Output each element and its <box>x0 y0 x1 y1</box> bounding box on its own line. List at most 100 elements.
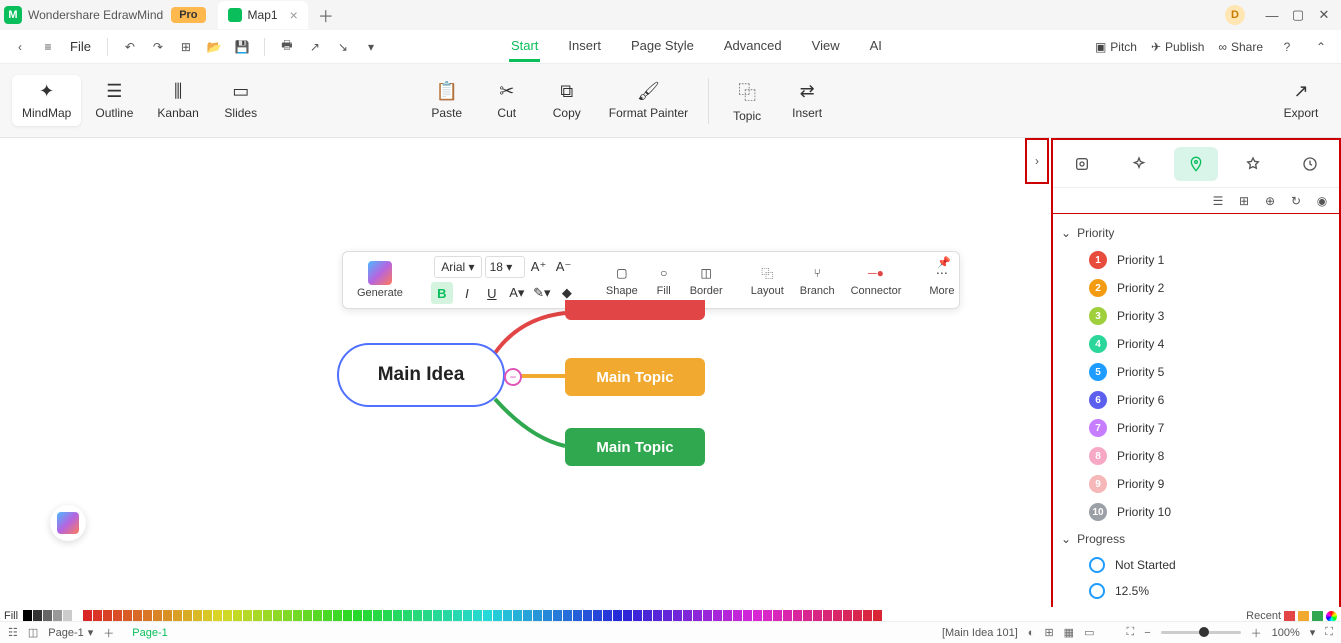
progress-item[interactable]: Not Started <box>1061 552 1331 578</box>
font-size-select[interactable]: 18 ▾ <box>485 256 525 278</box>
panel-tab-history[interactable] <box>1288 147 1332 181</box>
publish-link[interactable]: ✈Publish <box>1151 40 1204 54</box>
paste-button[interactable]: 📋Paste <box>419 75 475 126</box>
import-icon[interactable]: ↘ <box>333 37 353 57</box>
maximize-button[interactable]: ▢ <box>1285 7 1311 23</box>
tab-page-style[interactable]: Page Style <box>629 32 696 62</box>
bold-button[interactable]: B <box>431 282 453 304</box>
refresh-icon[interactable]: ↻ <box>1287 192 1305 210</box>
file-menu[interactable]: File <box>66 39 95 54</box>
tab-advanced[interactable]: Advanced <box>722 32 784 62</box>
underline-button[interactable]: U <box>481 282 503 304</box>
priority-item[interactable]: 8Priority 8 <box>1061 442 1331 470</box>
dropdown-icon[interactable]: ▾ <box>361 37 381 57</box>
panel-tab-markers[interactable] <box>1174 147 1218 181</box>
fit-icon[interactable]: ⛶ <box>1126 626 1134 639</box>
ai-fab-button[interactable] <box>50 505 86 541</box>
topic-node-3[interactable]: Main Topic <box>565 428 705 466</box>
fullscreen-icon[interactable]: ⛶ <box>1325 626 1333 639</box>
settings-icon[interactable]: ◉ <box>1313 192 1331 210</box>
panel-tab-style[interactable] <box>1060 147 1104 181</box>
layout-mode-icon[interactable]: ▦ <box>1064 626 1074 639</box>
export-button[interactable]: ↗Export <box>1273 75 1329 126</box>
close-window-button[interactable]: ✕ <box>1311 7 1337 23</box>
priority-item[interactable]: 10Priority 10 <box>1061 498 1331 526</box>
outline-view-button[interactable]: ☰Outline <box>85 75 143 126</box>
progress-section-header[interactable]: ⌄Progress <box>1061 526 1331 552</box>
recent-swatch[interactable] <box>1312 611 1323 622</box>
fill-button[interactable]: ○Fill <box>648 263 680 297</box>
panel-collapse-button[interactable]: › <box>1025 138 1049 184</box>
layout-button[interactable]: ⿻Layout <box>745 263 790 297</box>
back-icon[interactable]: ‹ <box>10 37 30 57</box>
color-wheel-icon[interactable] <box>1326 611 1337 622</box>
priority-item[interactable]: 6Priority 6 <box>1061 386 1331 414</box>
tab-view[interactable]: View <box>810 32 842 62</box>
new-icon[interactable]: ⊞ <box>176 37 196 57</box>
list-view-icon[interactable]: ☰ <box>1209 192 1227 210</box>
highlight-button[interactable]: ✎▾ <box>531 282 553 304</box>
priority-item[interactable]: 9Priority 9 <box>1061 470 1331 498</box>
help-icon[interactable]: ? <box>1277 37 1297 57</box>
add-page-button[interactable]: ＋ <box>103 625 114 641</box>
cut-button[interactable]: ✂Cut <box>479 75 535 126</box>
split-view-icon[interactable]: ◫ <box>28 626 38 639</box>
page-tab[interactable]: Page-1 <box>124 627 175 639</box>
kanban-view-button[interactable]: ⫼Kanban <box>147 75 208 126</box>
panel-tab-ai[interactable] <box>1117 147 1161 181</box>
topic-node-2[interactable]: Main Topic <box>565 358 705 396</box>
open-icon[interactable]: 📂 <box>204 37 224 57</box>
tab-ai[interactable]: AI <box>868 32 884 62</box>
progress-item[interactable]: 12.5% <box>1061 578 1331 604</box>
outline-toggle-icon[interactable]: ☷ <box>8 626 18 639</box>
minimize-button[interactable]: — <box>1259 8 1285 23</box>
italic-button[interactable]: I <box>456 282 478 304</box>
generate-button[interactable]: Generate <box>351 252 409 308</box>
priority-item[interactable]: 2Priority 2 <box>1061 274 1331 302</box>
hamburger-icon[interactable]: ≡ <box>38 37 58 57</box>
border-button[interactable]: ◫Border <box>684 263 729 297</box>
priority-item[interactable]: 5Priority 5 <box>1061 358 1331 386</box>
insert-button[interactable]: ⇄Insert <box>779 73 835 129</box>
presentation-icon[interactable]: ▭ <box>1084 626 1094 639</box>
branch-button[interactable]: ⑂Branch <box>794 263 841 297</box>
font-select[interactable]: Arial ▾ <box>434 256 481 278</box>
tab-insert[interactable]: Insert <box>566 32 603 62</box>
recent-swatch[interactable] <box>1284 611 1295 622</box>
tab-start[interactable]: Start <box>509 32 540 62</box>
format-painter-button[interactable]: 🖌Format Painter <box>599 75 698 126</box>
font-color-button[interactable]: A▾ <box>506 282 528 304</box>
grid-view-icon[interactable]: ⊞ <box>1235 192 1253 210</box>
add-marker-icon[interactable]: ⊕ <box>1261 192 1279 210</box>
close-tab-icon[interactable]: × <box>290 7 298 23</box>
zoom-out-button[interactable]: − <box>1144 627 1150 639</box>
print-icon[interactable]: 🖶 <box>277 37 297 57</box>
collapse-handle[interactable]: − <box>504 368 522 386</box>
priority-section-header[interactable]: ⌄Priority <box>1061 220 1331 246</box>
panel-tab-clipart[interactable] <box>1231 147 1275 181</box>
zoom-in-button[interactable]: ＋ <box>1251 625 1262 641</box>
mindmap-view-button[interactable]: ✦MindMap <box>12 75 81 126</box>
document-tab[interactable]: Map1 × <box>218 1 308 29</box>
theme-icon[interactable]: ◐ <box>1028 627 1035 639</box>
collapse-ribbon-icon[interactable]: ⌃ <box>1311 37 1331 57</box>
font-decrease-icon[interactable]: A⁻ <box>553 256 575 278</box>
slides-view-button[interactable]: ▭Slides <box>213 75 269 126</box>
recent-swatch[interactable] <box>1298 611 1309 622</box>
pin-icon[interactable]: 📌 <box>937 256 951 269</box>
priority-item[interactable]: 1Priority 1 <box>1061 246 1331 274</box>
redo-icon[interactable]: ↷ <box>148 37 168 57</box>
priority-item[interactable]: 4Priority 4 <box>1061 330 1331 358</box>
zoom-value[interactable]: 100% <box>1272 627 1300 639</box>
export-quick-icon[interactable]: ↗ <box>305 37 325 57</box>
pitch-link[interactable]: ▣Pitch <box>1095 40 1137 54</box>
topic-button[interactable]: ⿻Topic <box>719 73 775 129</box>
add-tab-button[interactable]: ＋ <box>318 3 334 27</box>
priority-item[interactable]: 3Priority 3 <box>1061 302 1331 330</box>
shape-button[interactable]: ▢Shape <box>600 263 644 297</box>
grid-icon[interactable]: ⊞ <box>1044 626 1053 639</box>
font-increase-icon[interactable]: A⁺ <box>528 256 550 278</box>
save-icon[interactable]: 💾 <box>232 37 252 57</box>
share-link[interactable]: ∞Share <box>1218 40 1263 54</box>
page-selector[interactable]: Page-1▾ <box>48 626 93 639</box>
